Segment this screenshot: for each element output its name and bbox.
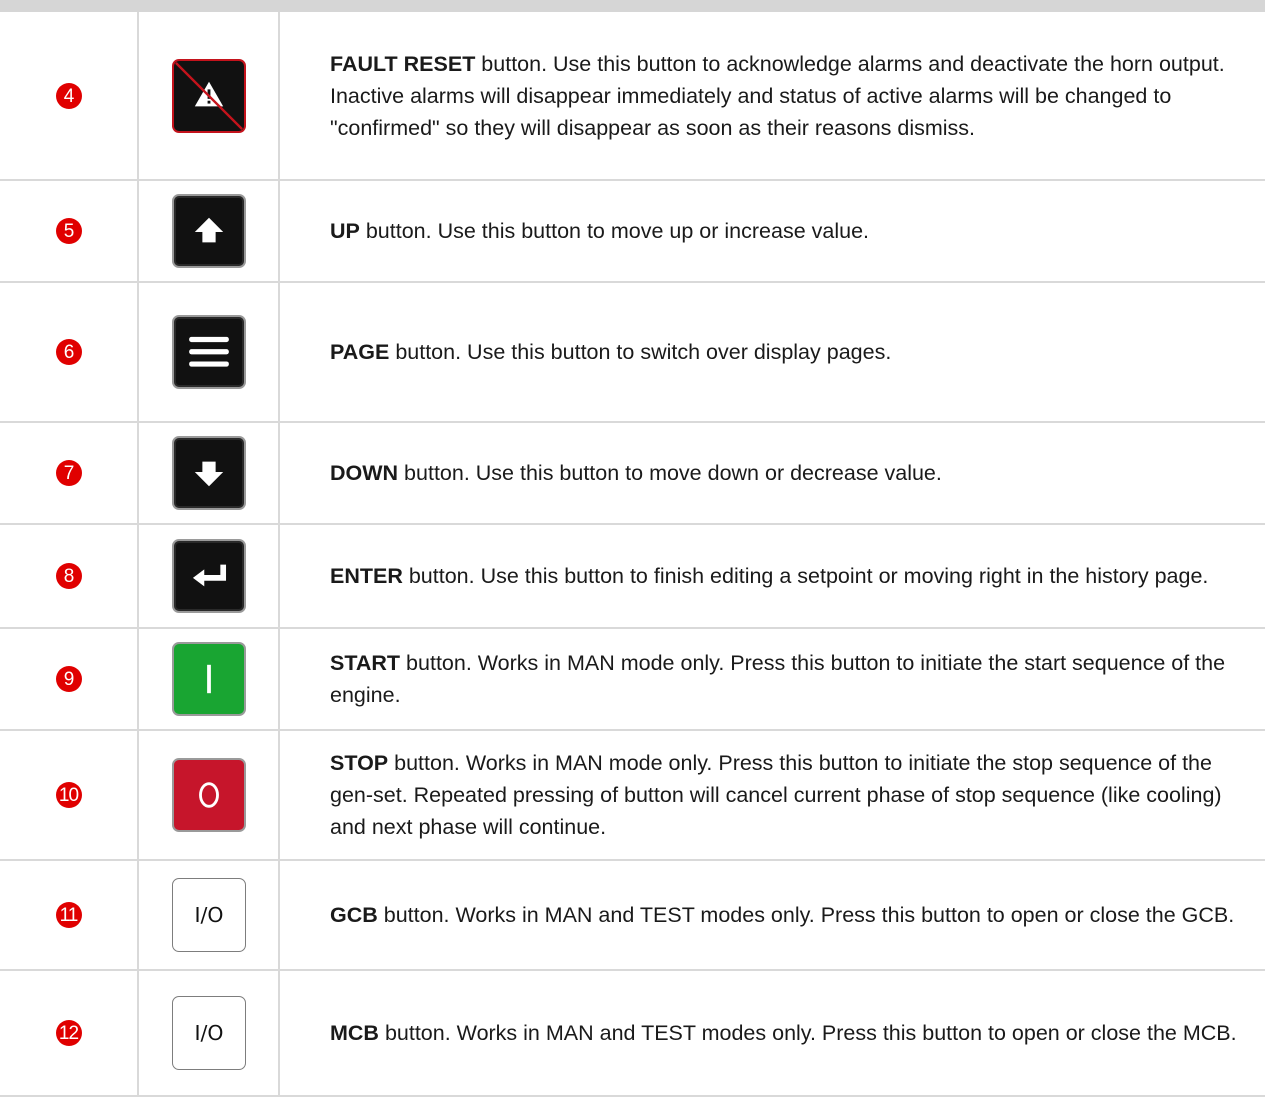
button-description: button. Use this button to finish editin… xyxy=(402,564,1209,588)
table-row: 7 DOWN button. Use this button to move d… xyxy=(0,421,1265,525)
start-icon xyxy=(171,642,246,716)
row-number-cell: 6 xyxy=(0,281,139,423)
icon-cell: I/O xyxy=(137,859,280,971)
button-keyword: ENTER xyxy=(330,564,403,588)
description-cell: ENTER button. Use this button to finish … xyxy=(278,523,1265,629)
row-number-badge: 12 xyxy=(55,1020,82,1046)
button-reference-table: 4 FAULT RESET button. Use this button to… xyxy=(0,12,1265,1097)
down-arrow-icon xyxy=(171,436,246,510)
mcb-toggle-icon: I/O xyxy=(171,996,246,1070)
icon-cell xyxy=(137,421,280,525)
gcb-toggle-icon: I/O xyxy=(171,878,246,952)
table-row: 9 START button. Works in MAN mode only. … xyxy=(0,627,1265,731)
description-cell: UP button. Use this button to move up or… xyxy=(278,179,1265,283)
table-row: 8 ENTER button. Use this button to finis… xyxy=(0,523,1265,629)
icon-cell xyxy=(137,729,280,861)
button-keyword: PAGE xyxy=(330,340,390,364)
button-description: button. Use this button to move down or … xyxy=(398,461,942,485)
table-row: 10 STOP button. Works in MAN mode only. … xyxy=(0,729,1265,861)
icon-cell: I/O xyxy=(137,969,280,1097)
button-keyword: GCB xyxy=(330,903,378,927)
row-number-cell: 8 xyxy=(0,523,139,629)
description-cell: DOWN button. Use this button to move dow… xyxy=(278,421,1265,525)
svg-text:I/O: I/O xyxy=(194,1021,223,1045)
table-row: 11 I/O GCB button. Works in MAN and TEST… xyxy=(0,859,1265,971)
row-number-cell: 4 xyxy=(0,12,139,181)
row-number-badge: 8 xyxy=(55,563,82,589)
row-number-badge: 10 xyxy=(55,782,82,808)
description-cell: STOP button. Works in MAN mode only. Pre… xyxy=(278,729,1265,861)
description-cell: FAULT RESET button. Use this button to a… xyxy=(278,12,1265,181)
button-keyword: FAULT RESET xyxy=(330,51,476,76)
button-keyword: MCB xyxy=(330,1021,379,1045)
description-cell: START button. Works in MAN mode only. Pr… xyxy=(278,627,1265,731)
top-divider xyxy=(0,0,1265,12)
enter-icon xyxy=(171,539,246,613)
button-description: button. Use this button to switch over d… xyxy=(389,340,892,364)
page-menu-icon xyxy=(171,315,246,389)
row-number-badge: 4 xyxy=(55,82,82,109)
row-number-badge: 7 xyxy=(55,460,82,486)
button-description: button. Works in MAN and TEST modes only… xyxy=(377,903,1235,927)
button-keyword: UP xyxy=(330,219,360,243)
icon-cell xyxy=(137,523,280,629)
row-number-cell: 12 xyxy=(0,969,139,1097)
table-row: 4 FAULT RESET button. Use this button to… xyxy=(0,12,1265,181)
button-description: button. Works in MAN mode only. Press th… xyxy=(330,651,1226,707)
table-row: 6 PAGE button. Use this button to switch… xyxy=(0,281,1265,423)
icon-cell xyxy=(137,179,280,283)
button-description: button. Works in MAN mode only. Press th… xyxy=(330,751,1222,839)
row-number-badge: 5 xyxy=(55,218,82,244)
icon-cell xyxy=(137,12,280,181)
row-number-cell: 7 xyxy=(0,421,139,525)
up-arrow-icon xyxy=(171,194,246,268)
row-number-badge: 9 xyxy=(55,666,82,692)
stop-icon xyxy=(171,758,246,832)
description-cell: MCB button. Works in MAN and TEST modes … xyxy=(278,969,1265,1097)
row-number-cell: 11 xyxy=(0,859,139,971)
row-number-cell: 9 xyxy=(0,627,139,731)
row-number-cell: 5 xyxy=(0,179,139,283)
svg-text:I/O: I/O xyxy=(194,903,223,927)
row-number-badge: 11 xyxy=(55,902,82,928)
description-cell: PAGE button. Use this button to switch o… xyxy=(278,281,1265,423)
table-row: 12 I/O MCB button. Works in MAN and TEST… xyxy=(0,969,1265,1097)
description-cell: GCB button. Works in MAN and TEST modes … xyxy=(278,859,1265,971)
icon-cell xyxy=(137,281,280,423)
button-keyword: STOP xyxy=(330,751,389,775)
table-row: 5 UP button. Use this button to move up … xyxy=(0,179,1265,283)
fault-reset-icon xyxy=(171,58,246,133)
row-number-cell: 10 xyxy=(0,729,139,861)
button-keyword: DOWN xyxy=(330,461,399,485)
button-description: button. Use this button to move up or in… xyxy=(359,219,869,243)
button-keyword: START xyxy=(330,651,401,675)
button-description: button. Works in MAN and TEST modes only… xyxy=(378,1021,1237,1045)
icon-cell xyxy=(137,627,280,731)
row-number-badge: 6 xyxy=(55,339,82,365)
